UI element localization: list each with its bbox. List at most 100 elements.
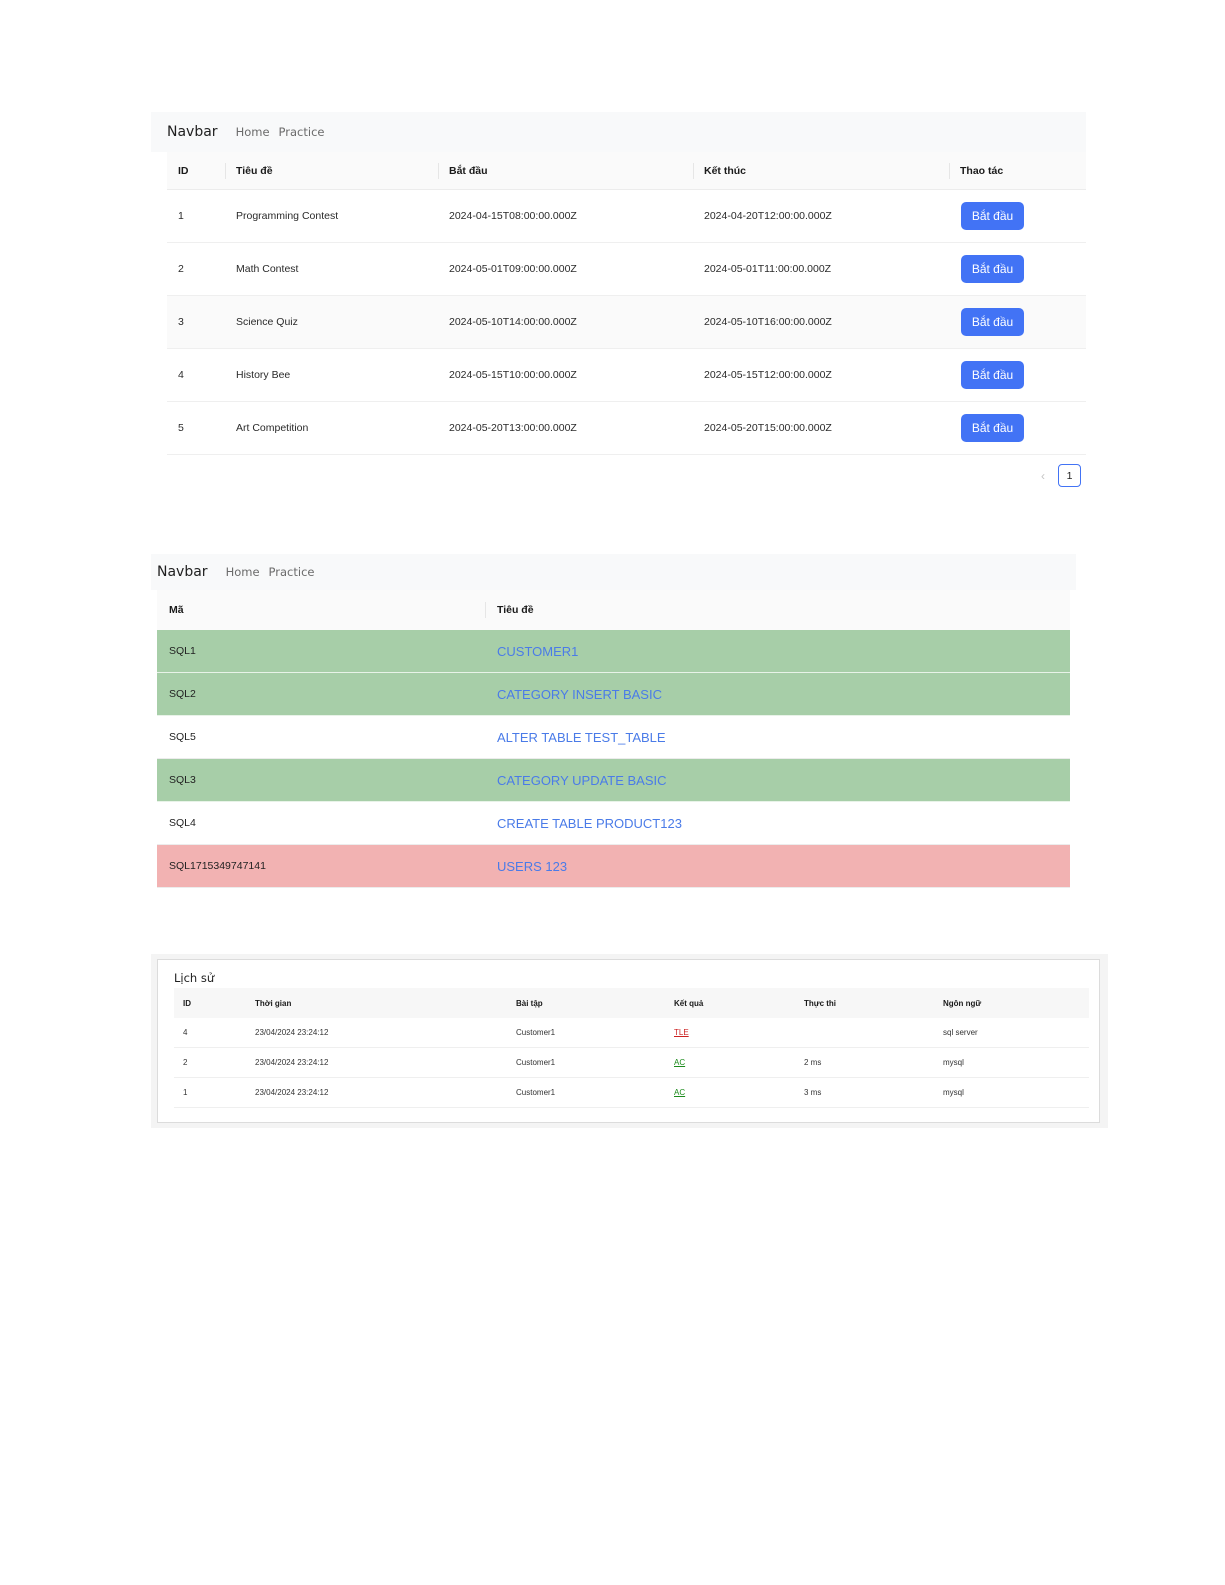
cell-end: 2024-05-15T12:00:00.000Z	[704, 369, 832, 381]
table-row: 5 Art Competition 2024-05-20T13:00:00.00…	[167, 402, 1086, 455]
page-button-1[interactable]: 1	[1058, 464, 1081, 487]
start-contest-button[interactable]: Bắt đầu	[961, 414, 1024, 442]
cell-exercise: Customer1	[516, 1088, 556, 1097]
cell-title: History Bee	[236, 369, 291, 381]
problem-link[interactable]: ALTER TABLE TEST_TABLE	[497, 730, 666, 745]
nav-link-home[interactable]: Home	[226, 565, 260, 579]
nav-link-practice[interactable]: Practice	[279, 125, 325, 139]
column-header-action: Thao tác	[949, 152, 1086, 189]
result-link[interactable]: TLE	[674, 1028, 689, 1037]
table-row: SQL3 CATEGORY UPDATE BASIC	[157, 759, 1070, 802]
cell-execution: 3 ms	[804, 1088, 822, 1097]
result-link[interactable]: AC	[674, 1058, 685, 1067]
column-header-exercise: Bài tập	[516, 998, 543, 1008]
cell-id: 4	[178, 369, 184, 381]
problem-link[interactable]: CATEGORY UPDATE BASIC	[497, 773, 667, 788]
navbar-brand[interactable]: Navbar	[167, 124, 218, 140]
column-header-id: ID	[183, 998, 191, 1008]
cell-end: 2024-05-10T16:00:00.000Z	[704, 316, 832, 328]
result-link[interactable]: AC	[674, 1088, 685, 1097]
cell-time: 23/04/2024 23:24:12	[255, 1058, 329, 1067]
nav-link-practice[interactable]: Practice	[269, 565, 315, 579]
contest-list-screen: Navbar Home Practice ID Tiêu đề Bắt đầu …	[151, 112, 1086, 497]
cell-id: 2	[183, 1058, 188, 1067]
pagination: ‹ 1	[1041, 464, 1081, 487]
cell-language: mysql	[943, 1058, 964, 1067]
problem-link[interactable]: CREATE TABLE PRODUCT123	[497, 816, 682, 831]
start-contest-button[interactable]: Bắt đầu	[961, 255, 1024, 283]
cell-code: SQL1715349747141	[169, 860, 266, 872]
column-header-code: Mã	[169, 604, 184, 616]
table-row: 3 Science Quiz 2024-05-10T14:00:00.000Z …	[167, 296, 1086, 349]
navbar-brand[interactable]: Navbar	[157, 564, 208, 580]
cell-code: SQL1	[169, 645, 196, 657]
history-table: ID Thời gian Bài tập Kết quả Thực thi Ng…	[174, 988, 1089, 1108]
table-row: 2 23/04/2024 23:24:12 Customer1 AC 2 ms …	[174, 1048, 1089, 1078]
column-header-time: Thời gian	[255, 998, 292, 1008]
cell-execution: 2 ms	[804, 1058, 822, 1067]
history-title: Lịch sử	[174, 971, 215, 985]
table-row: SQL1 CUSTOMER1	[157, 630, 1070, 673]
history-card: Lịch sử ID Thời gian Bài tập Kết quả Thự…	[157, 959, 1100, 1123]
table-row: SQL1715349747141 USERS 123	[157, 845, 1070, 888]
cell-language: sql server	[943, 1028, 978, 1037]
practice-list-screen: Navbar Home Practice Mã Tiêu đề SQL1 CUS…	[151, 554, 1076, 894]
cell-start: 2024-05-10T14:00:00.000Z	[449, 316, 577, 328]
cell-title: Art Competition	[236, 422, 309, 434]
navbar: Navbar Home Practice	[151, 554, 1076, 590]
cell-end: 2024-05-20T15:00:00.000Z	[704, 422, 832, 434]
cell-code: SQL4	[169, 817, 196, 829]
start-contest-button[interactable]: Bắt đầu	[961, 361, 1024, 389]
cell-start: 2024-05-01T09:00:00.000Z	[449, 263, 577, 275]
cell-id: 5	[178, 422, 184, 434]
cell-exercise: Customer1	[516, 1028, 556, 1037]
history-screen: Lịch sử ID Thời gian Bài tập Kết quả Thự…	[151, 954, 1108, 1128]
cell-id: 1	[178, 210, 184, 222]
cell-title: Math Contest	[236, 263, 299, 275]
start-contest-button[interactable]: Bắt đầu	[961, 202, 1024, 230]
cell-code: SQL3	[169, 774, 196, 786]
problem-table: Mã Tiêu đề SQL1 CUSTOMER1 SQL2 CATEGORY …	[157, 590, 1070, 888]
column-header-end: Kết thúc	[693, 152, 949, 189]
cell-time: 23/04/2024 23:24:12	[255, 1028, 329, 1037]
problem-link[interactable]: USERS 123	[497, 859, 567, 874]
cell-end: 2024-04-20T12:00:00.000Z	[704, 210, 832, 222]
problem-link[interactable]: CATEGORY INSERT BASIC	[497, 687, 662, 702]
cell-language: mysql	[943, 1088, 964, 1097]
cell-exercise: Customer1	[516, 1058, 556, 1067]
cell-id: 2	[178, 263, 184, 275]
column-header-language: Ngôn ngữ	[943, 998, 982, 1008]
cell-id: 1	[183, 1088, 188, 1097]
cell-start: 2024-05-15T10:00:00.000Z	[449, 369, 577, 381]
column-header-title: Tiêu đề	[485, 590, 1070, 630]
navbar: Navbar Home Practice	[151, 112, 1086, 152]
table-row: 4 History Bee 2024-05-15T10:00:00.000Z 2…	[167, 349, 1086, 402]
table-header: ID Tiêu đề Bắt đầu Kết thúc Thao tác	[167, 152, 1086, 190]
cell-title: Science Quiz	[236, 316, 298, 328]
cell-id: 3	[178, 316, 184, 328]
cell-time: 23/04/2024 23:24:12	[255, 1088, 329, 1097]
nav-link-home[interactable]: Home	[236, 125, 270, 139]
table-row: SQL4 CREATE TABLE PRODUCT123	[157, 802, 1070, 845]
column-header-start: Bắt đầu	[438, 152, 693, 189]
cell-id: 4	[183, 1028, 188, 1037]
column-header-id: ID	[178, 164, 189, 177]
cell-title: Programming Contest	[236, 210, 339, 222]
cell-start: 2024-05-20T13:00:00.000Z	[449, 422, 577, 434]
cell-code: SQL5	[169, 731, 196, 743]
table-row: 2 Math Contest 2024-05-01T09:00:00.000Z …	[167, 243, 1086, 296]
column-header-result: Kết quả	[674, 998, 704, 1008]
cell-start: 2024-04-15T08:00:00.000Z	[449, 210, 577, 222]
table-row: 1 23/04/2024 23:24:12 Customer1 AC 3 ms …	[174, 1078, 1089, 1108]
start-contest-button[interactable]: Bắt đầu	[961, 308, 1024, 336]
column-header-title: Tiêu đề	[225, 152, 438, 189]
problem-link[interactable]: CUSTOMER1	[497, 644, 578, 659]
column-header-execution: Thực thi	[804, 998, 837, 1008]
table-header: Mã Tiêu đề	[157, 590, 1070, 630]
table-row: SQL2 CATEGORY INSERT BASIC	[157, 673, 1070, 716]
chevron-left-icon[interactable]: ‹	[1041, 469, 1045, 483]
table-row: 1 Programming Contest 2024-04-15T08:00:0…	[167, 190, 1086, 243]
cell-code: SQL2	[169, 688, 196, 700]
table-row: 4 23/04/2024 23:24:12 Customer1 TLE sql …	[174, 1018, 1089, 1048]
table-row: SQL5 ALTER TABLE TEST_TABLE	[157, 716, 1070, 759]
